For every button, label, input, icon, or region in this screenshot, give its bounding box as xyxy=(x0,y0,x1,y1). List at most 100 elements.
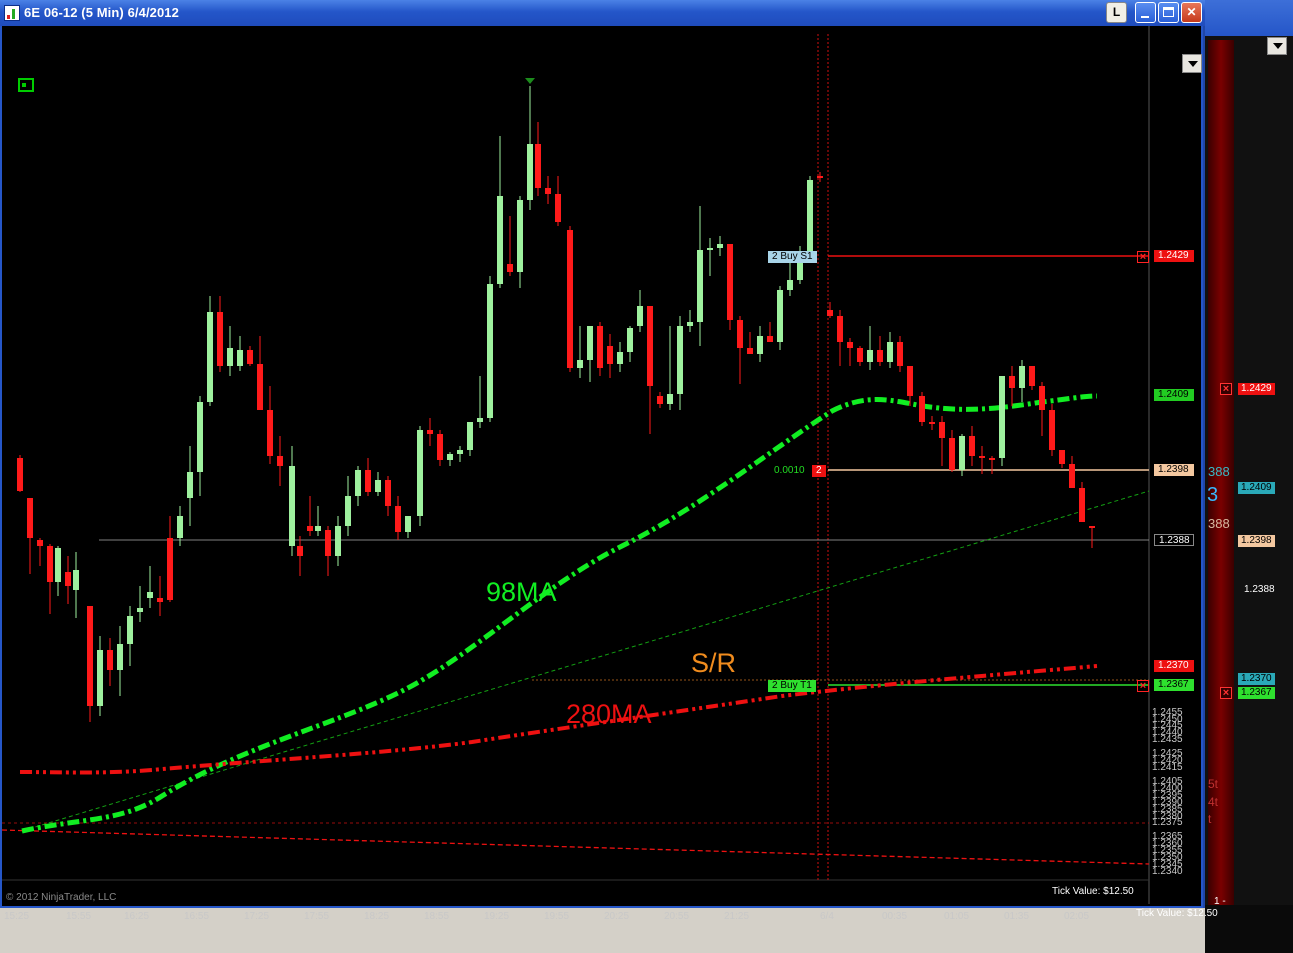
link-button[interactable]: L xyxy=(1106,2,1127,23)
time-axis-tick: 19:55 xyxy=(544,911,570,922)
stop-order-label[interactable]: 2 Buy S1 xyxy=(768,251,817,263)
candle-body xyxy=(247,350,253,364)
background-stop-close-icon[interactable]: × xyxy=(1220,383,1232,395)
candle-body xyxy=(949,438,955,470)
candle-body xyxy=(989,458,995,460)
close-button[interactable]: ✕ xyxy=(1181,2,1202,23)
candle-body xyxy=(747,348,753,354)
candle-body xyxy=(907,366,913,396)
candle-body xyxy=(737,320,743,348)
candle-body xyxy=(47,546,53,582)
ma280-price-flag: 1.2370 xyxy=(1154,660,1194,672)
candle-body xyxy=(315,526,321,531)
candle-body xyxy=(647,306,653,386)
time-axis-tick: 01:35 xyxy=(1004,911,1030,922)
candle-body xyxy=(637,306,643,326)
candle-body xyxy=(97,650,103,706)
background-tick-value: Tick Value: $12.50 xyxy=(1136,908,1218,919)
background-entry-flag: 1.2398 xyxy=(1238,535,1275,547)
candle-body xyxy=(627,328,633,352)
ma98-curve xyxy=(21,393,1098,834)
ma98-annotation: 98MA xyxy=(486,577,557,607)
candle-body xyxy=(597,326,603,368)
candle-body xyxy=(497,196,503,284)
candle-body xyxy=(55,548,61,582)
candle-body xyxy=(897,342,903,366)
time-axis-tick: 6/4 xyxy=(820,911,834,922)
target-order-label[interactable]: 2 Buy T1 xyxy=(768,680,816,692)
candle-body xyxy=(667,394,673,404)
candle-body xyxy=(267,410,273,456)
background-target-flag: 1.2367 xyxy=(1238,687,1275,699)
time-axis-tick: 17:55 xyxy=(304,911,330,922)
candle-body xyxy=(1039,386,1045,410)
entry-price-flag: 1.2398 xyxy=(1154,464,1194,476)
chart-trader-toggle-icon[interactable] xyxy=(18,78,34,92)
candle-body xyxy=(587,326,593,360)
candle-body xyxy=(1029,366,1035,386)
chart-app-icon xyxy=(4,5,20,21)
chart-dropdown-button[interactable] xyxy=(1182,54,1202,73)
candle-body xyxy=(147,592,153,598)
background-label-one: 1 - xyxy=(1214,896,1226,907)
candle-body xyxy=(939,422,945,438)
entry-quantity-label[interactable]: 2 xyxy=(812,465,826,477)
time-axis-tick: 20:25 xyxy=(604,911,630,922)
candle-body xyxy=(65,572,71,586)
candle-body xyxy=(345,496,351,526)
candle-body xyxy=(437,434,443,460)
background-partial-price-b: 388 xyxy=(1208,516,1230,531)
candle-body xyxy=(289,466,295,546)
cancel-target-icon[interactable]: × xyxy=(1137,680,1149,692)
candle-body xyxy=(837,316,843,342)
candle-body xyxy=(767,336,773,342)
candle-body xyxy=(457,450,463,454)
background-dropdown-button[interactable] xyxy=(1267,37,1287,55)
minimize-button[interactable] xyxy=(1135,2,1156,23)
background-window-footer xyxy=(1205,905,1293,953)
candle-body xyxy=(17,458,23,491)
target-price-flag: 1.2367 xyxy=(1154,679,1194,691)
candle-body xyxy=(707,248,713,250)
candle-body xyxy=(87,606,93,706)
candle-body xyxy=(1049,410,1055,450)
candle-body xyxy=(197,402,203,472)
candle-body xyxy=(567,230,573,368)
candle-body xyxy=(427,430,433,434)
candle-body xyxy=(827,310,833,316)
candle-body xyxy=(617,352,623,364)
time-axis-tick: 18:55 xyxy=(424,911,450,922)
time-axis-tick: 16:25 xyxy=(124,911,150,922)
stop-price-flag: 1.2429 xyxy=(1154,250,1194,262)
window-titlebar[interactable]: 6E 06-12 (5 Min) 6/4/2012 L ✕ xyxy=(0,0,1205,26)
background-stop-flag: 1.2429 xyxy=(1238,383,1275,395)
candle-body xyxy=(257,364,263,410)
candle-body xyxy=(355,470,361,496)
candle-body xyxy=(385,480,391,506)
tick-value-text: Tick Value: $12.50 xyxy=(1052,886,1134,897)
last-price-flag: 1.2388 xyxy=(1154,534,1194,546)
maximize-button[interactable] xyxy=(1158,2,1179,23)
candle-body xyxy=(507,264,513,272)
price-axis-tick: 1.2375 xyxy=(1152,817,1183,829)
candle-body xyxy=(277,456,283,466)
time-axis-tick: 18:25 xyxy=(364,911,390,922)
window-title: 6E 06-12 (5 Min) 6/4/2012 xyxy=(24,5,179,20)
candle-body xyxy=(365,470,371,492)
candle-body xyxy=(117,644,123,670)
time-axis-tick: 16:55 xyxy=(184,911,210,922)
ma280-annotation: 280MA xyxy=(566,699,652,729)
background-window-titlebar xyxy=(1205,0,1293,36)
background-target-close-icon[interactable]: × xyxy=(1220,687,1232,699)
entry-distance-label: 0.0010 xyxy=(774,465,805,476)
chart-window: 6E 06-12 (5 Min) 6/4/2012 L ✕ 1.2455 1.24… xyxy=(0,0,1205,922)
price-axis-tick: 1.2415 xyxy=(1152,762,1183,774)
maximize-icon xyxy=(1163,7,1174,17)
candle-body xyxy=(999,376,1005,458)
cancel-stop-icon[interactable]: × xyxy=(1137,251,1149,263)
background-ma98-flag: 1.2409 xyxy=(1238,482,1275,494)
price-chart[interactable]: 1.2455 1.2450 1.2445 1.2440 1.2435 1.2425 1.24… xyxy=(2,26,1202,922)
candle-body xyxy=(929,422,935,424)
candle-body xyxy=(207,312,213,402)
candle-body xyxy=(607,346,613,364)
